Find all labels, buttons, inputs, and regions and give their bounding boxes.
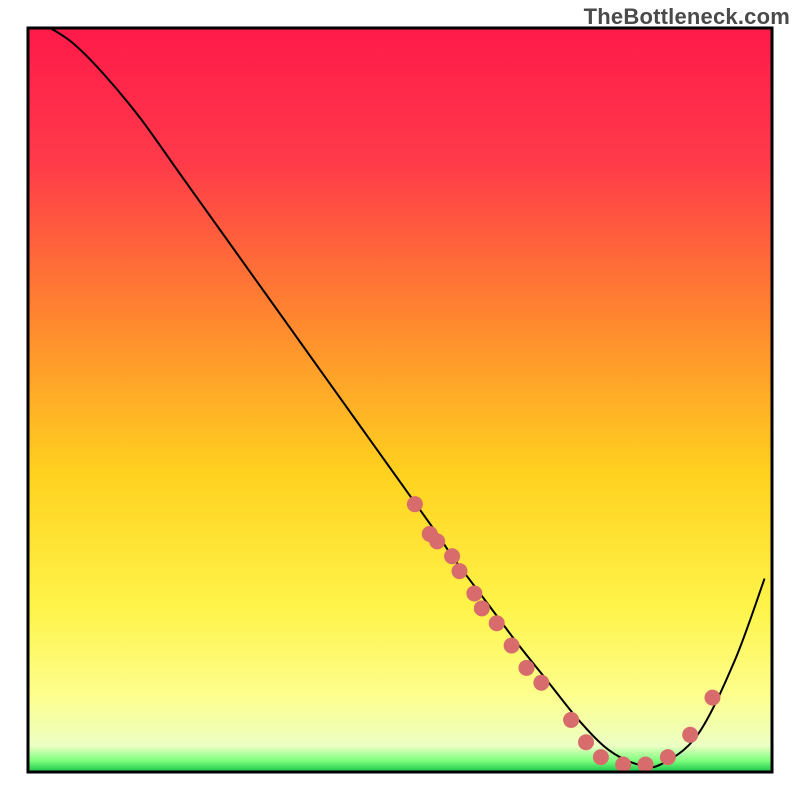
chart-svg bbox=[0, 0, 800, 800]
chart-container: TheBottleneck.com bbox=[0, 0, 800, 800]
watermark-text: TheBottleneck.com bbox=[584, 4, 790, 30]
data-point-marker bbox=[474, 600, 490, 616]
data-point-marker bbox=[444, 548, 460, 564]
plot-background bbox=[28, 28, 772, 772]
data-point-marker bbox=[518, 660, 534, 676]
data-point-marker bbox=[615, 757, 631, 773]
data-point-marker bbox=[593, 749, 609, 765]
data-point-marker bbox=[489, 615, 505, 631]
data-point-marker bbox=[704, 690, 720, 706]
data-point-marker bbox=[452, 563, 468, 579]
data-point-marker bbox=[563, 712, 579, 728]
data-point-marker bbox=[660, 749, 676, 765]
data-point-marker bbox=[682, 727, 698, 743]
data-point-marker bbox=[504, 638, 520, 654]
data-point-marker bbox=[407, 496, 423, 512]
data-point-marker bbox=[429, 533, 445, 549]
data-point-marker bbox=[533, 675, 549, 691]
data-point-marker bbox=[466, 585, 482, 601]
data-point-marker bbox=[638, 757, 654, 773]
data-point-marker bbox=[578, 734, 594, 750]
